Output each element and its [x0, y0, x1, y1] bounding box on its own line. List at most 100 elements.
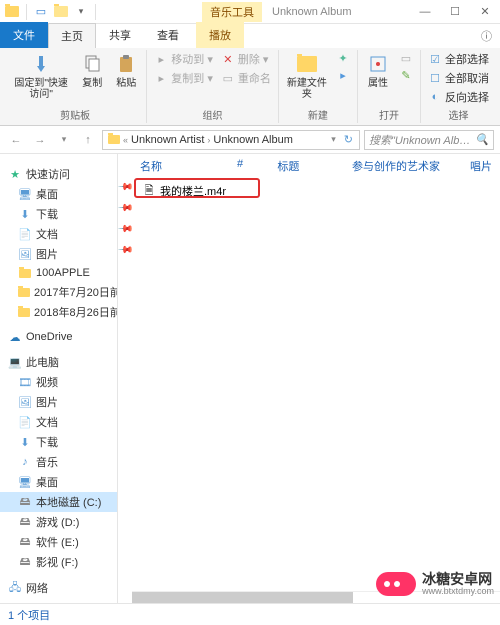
pin-icon[interactable]: 📌 — [117, 221, 134, 238]
title-bar: ▭ ▾ 音乐工具 Unknown Album — ☐ ✕ — [0, 0, 500, 24]
breadcrumb-seg-album[interactable]: Unknown Album — [210, 134, 296, 146]
easy-access-button[interactable]: ▸ — [333, 67, 353, 83]
nav-desktop[interactable]: 🖥桌面 — [0, 184, 117, 204]
select-all-icon: ☑ — [428, 52, 442, 66]
search-placeholder: 搜索"Unknown Album" — [369, 132, 471, 148]
col-name[interactable]: 名称 — [140, 158, 207, 174]
properties-qat-icon[interactable]: ▭ — [33, 4, 49, 20]
col-title[interactable]: 标题 — [277, 158, 322, 174]
breadcrumb-seg-artist[interactable]: Unknown Artist — [128, 134, 207, 146]
breadcrumb-root[interactable] — [105, 135, 123, 144]
nav-videos[interactable]: 🎞视频 — [0, 372, 117, 392]
navigation-pane: ★快速访问 🖥桌面 ⬇下载 📄文档 🖼图片 100APPLE 2017年7月20… — [0, 154, 118, 603]
nav-pictures-pc[interactable]: 🖼图片 — [0, 392, 117, 412]
delete-button[interactable]: ✕删除 ▾ — [218, 50, 274, 68]
nav-desktop-pc[interactable]: 🖥桌面 — [0, 472, 117, 492]
download-icon: ⬇ — [18, 435, 32, 449]
close-button[interactable]: ✕ — [470, 0, 500, 24]
paste-icon — [114, 52, 138, 76]
paste-button[interactable]: 粘贴 — [110, 50, 142, 91]
nav-back-button[interactable]: ← — [6, 130, 26, 150]
new-folder-button[interactable]: 新建文件夹 — [283, 50, 331, 102]
separator — [95, 4, 96, 20]
open-button[interactable]: ▭ — [396, 50, 416, 66]
nav-downloads-pc[interactable]: ⬇下载 — [0, 432, 117, 452]
tab-home[interactable]: 主页 — [48, 23, 96, 48]
pc-icon: 💻 — [8, 355, 22, 369]
minimize-button[interactable]: — — [410, 0, 440, 24]
maximize-button[interactable]: ☐ — [440, 0, 470, 24]
edit-button[interactable]: ✎ — [396, 67, 416, 83]
copy-to-button[interactable]: ▸复制到 ▾ — [151, 69, 216, 87]
tab-play[interactable]: 播放 — [196, 22, 244, 48]
nav-folder-2017[interactable]: 2017年7月20日前 — [0, 282, 117, 302]
pin-column: 📌 📌 📌 📌 — [118, 154, 132, 603]
properties-button[interactable]: 属性 — [362, 50, 394, 91]
col-artists[interactable]: 参与创作的艺术家 — [352, 158, 440, 174]
new-item-button[interactable]: ✦ — [333, 50, 353, 66]
nav-documents[interactable]: 📄文档 — [0, 224, 117, 244]
nav-up-button[interactable]: ↑ — [78, 130, 98, 150]
qat-dropdown-icon[interactable]: ▾ — [73, 4, 89, 20]
address-bar: ← → ▾ ↑ « Unknown Artist › Unknown Album… — [0, 126, 500, 154]
nav-recent-button[interactable]: ▾ — [54, 130, 74, 150]
nav-folder-100apple[interactable]: 100APPLE — [0, 264, 117, 282]
copy-icon — [80, 52, 104, 76]
nav-c-drive[interactable]: 🖴本地磁盘 (C:) — [0, 492, 117, 512]
copy-button[interactable]: 复制 — [76, 50, 108, 91]
drive-icon: 🖴 — [18, 555, 32, 569]
select-all-button[interactable]: ☑全部选择 — [425, 50, 492, 68]
tab-file[interactable]: 文件 — [0, 22, 48, 48]
nav-quick-access[interactable]: ★快速访问 — [0, 164, 117, 184]
nav-onedrive[interactable]: ☁OneDrive — [0, 328, 117, 346]
drive-icon: 🖴 — [18, 535, 32, 549]
download-icon: ⬇ — [18, 207, 32, 221]
invert-selection-button[interactable]: ◐反向选择 — [425, 88, 492, 106]
ribbon-help-icon[interactable]: ⓘ — [473, 24, 500, 48]
nav-this-pc[interactable]: 💻此电脑 — [0, 352, 117, 372]
copy-to-icon: ▸ — [154, 71, 168, 85]
invert-icon: ◐ — [428, 90, 442, 104]
nav-d-drive[interactable]: 🖴游戏 (D:) — [0, 512, 117, 532]
nav-forward-button[interactable]: → — [30, 130, 50, 150]
desktop-icon: 🖥 — [18, 187, 32, 201]
document-icon: 📄 — [18, 415, 32, 429]
new-folder-icon — [295, 52, 319, 76]
refresh-icon[interactable]: ↻ — [340, 133, 357, 146]
pin-icon[interactable]: 📌 — [117, 179, 134, 196]
select-none-button[interactable]: ☐全部取消 — [425, 69, 492, 87]
breadcrumb-dropdown-icon[interactable]: ▾ — [327, 134, 340, 145]
star-icon: ★ — [8, 167, 22, 181]
ribbon-group-new: 新建文件夹 ✦ ▸ 新建 — [279, 50, 358, 123]
nav-downloads[interactable]: ⬇下载 — [0, 204, 117, 224]
search-icon: 🔍 — [475, 133, 489, 146]
pin-icon[interactable]: 📌 — [117, 200, 134, 217]
delete-icon: ✕ — [221, 52, 235, 66]
cloud-icon: ☁ — [8, 330, 22, 344]
tab-view[interactable]: 查看 — [144, 22, 192, 48]
video-icon: 🎞 — [18, 375, 32, 389]
desktop-icon: 🖥 — [18, 475, 32, 489]
file-list[interactable]: 🗎 我的楼兰.m4r — [132, 178, 500, 591]
col-album[interactable]: 唱片 — [470, 158, 492, 174]
col-number[interactable]: # — [237, 158, 247, 174]
new-folder-qat-icon[interactable] — [53, 4, 69, 20]
nav-e-drive[interactable]: 🖴软件 (E:) — [0, 532, 117, 552]
file-row[interactable]: 🗎 我的楼兰.m4r — [138, 182, 248, 200]
breadcrumb[interactable]: « Unknown Artist › Unknown Album ▾ ↻ — [102, 130, 360, 150]
nav-documents-pc[interactable]: 📄文档 — [0, 412, 117, 432]
pin-icon[interactable]: 📌 — [117, 242, 134, 259]
rename-button[interactable]: ▭重命名 — [218, 69, 274, 87]
search-input[interactable]: 搜索"Unknown Album" 🔍 — [364, 130, 494, 150]
move-to-button[interactable]: ▸移动到 ▾ — [151, 50, 216, 68]
picture-icon: 🖼 — [18, 247, 32, 261]
tab-share[interactable]: 共享 — [96, 22, 144, 48]
nav-music[interactable]: ♪音乐 — [0, 452, 117, 472]
file-icon: 🗎 — [142, 184, 156, 198]
nav-pictures[interactable]: 🖼图片 — [0, 244, 117, 264]
nav-network[interactable]: 🖧网络 — [0, 578, 117, 598]
nav-folder-2018[interactable]: 2018年8月26日前 — [0, 302, 117, 322]
scrollbar-thumb[interactable] — [132, 592, 353, 603]
pin-to-quick-access-button[interactable]: 固定到"快速访问" — [8, 50, 74, 102]
nav-f-drive[interactable]: 🖴影视 (F:) — [0, 552, 117, 572]
